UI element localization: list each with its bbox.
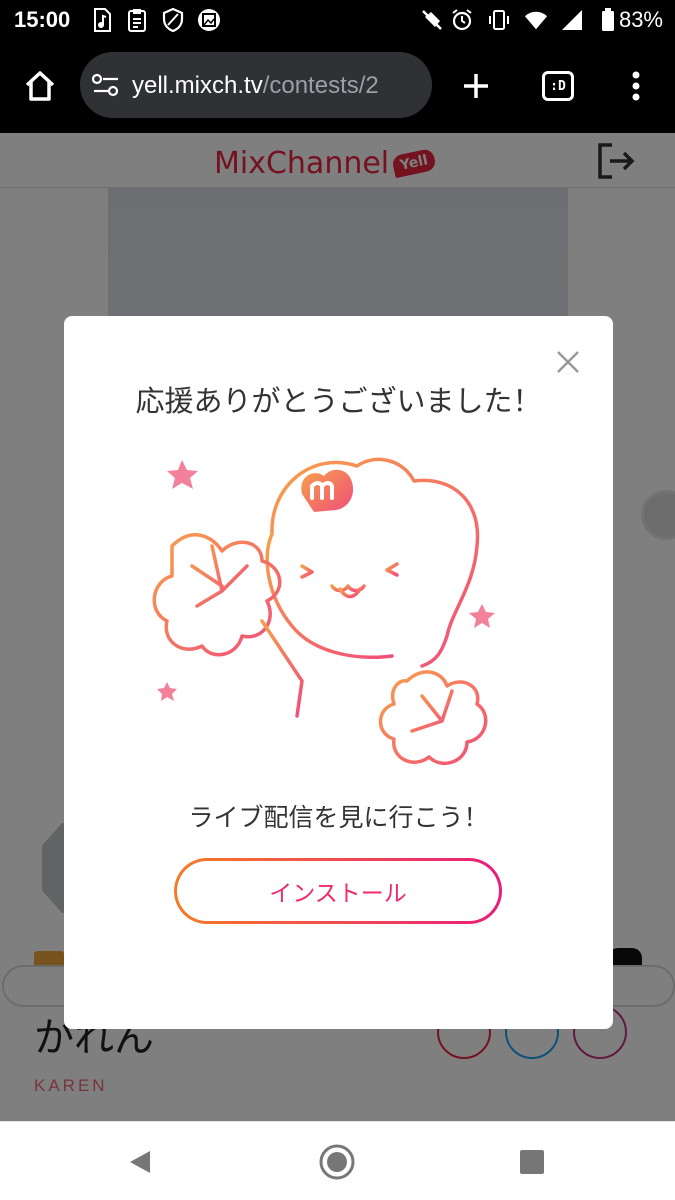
- overflow-menu-icon[interactable]: [610, 60, 662, 112]
- music-file-icon: [90, 8, 114, 32]
- mute-icon: [420, 8, 444, 32]
- modal-title: 応援ありがとうございました！: [135, 384, 542, 418]
- tab-switcher-label: :D: [542, 71, 574, 101]
- signal-icon: [560, 8, 584, 32]
- url-text: yell.mixch.tv/contests/2: [132, 72, 379, 100]
- home-circle-icon[interactable]: [315, 1140, 359, 1184]
- cheering-mascot-icon: [152, 446, 532, 766]
- wifi-icon: [524, 8, 548, 32]
- alarm-icon: [450, 8, 474, 32]
- url-host: yell.mixch.tv: [132, 72, 263, 99]
- battery-icon: [596, 8, 620, 32]
- system-nav-bar: [0, 1121, 675, 1200]
- status-bar: 15:00 83%: [0, 0, 675, 40]
- browser-toolbar: yell.mixch.tv/contests/2 :D: [0, 40, 675, 133]
- battery-percent: 83%: [618, 7, 663, 32]
- thanks-modal: 応援ありがとうございました！ ライブ配信を見に行こう！ インストール: [64, 316, 613, 1029]
- home-icon[interactable]: [14, 60, 66, 112]
- recents-icon[interactable]: [510, 1140, 554, 1184]
- close-icon[interactable]: [554, 348, 582, 376]
- new-tab-icon[interactable]: [450, 60, 502, 112]
- status-time: 15:00: [14, 7, 71, 32]
- address-bar[interactable]: yell.mixch.tv/contests/2: [80, 52, 432, 118]
- modal-subtitle: ライブ配信を見に行こう！: [188, 803, 489, 832]
- gallery-icon: [197, 8, 221, 32]
- back-icon[interactable]: [118, 1140, 162, 1184]
- site-settings-icon[interactable]: [91, 73, 120, 101]
- vibrate-icon: [487, 8, 511, 32]
- clipboard-icon: [125, 8, 149, 32]
- shield-icon: [161, 8, 185, 32]
- install-button[interactable]: インストール: [174, 858, 502, 924]
- install-button-inner: インストール: [177, 861, 499, 921]
- install-button-label: インストール: [269, 881, 407, 907]
- tab-switcher-icon[interactable]: :D: [532, 60, 584, 112]
- url-path: /contests/2: [262, 72, 379, 99]
